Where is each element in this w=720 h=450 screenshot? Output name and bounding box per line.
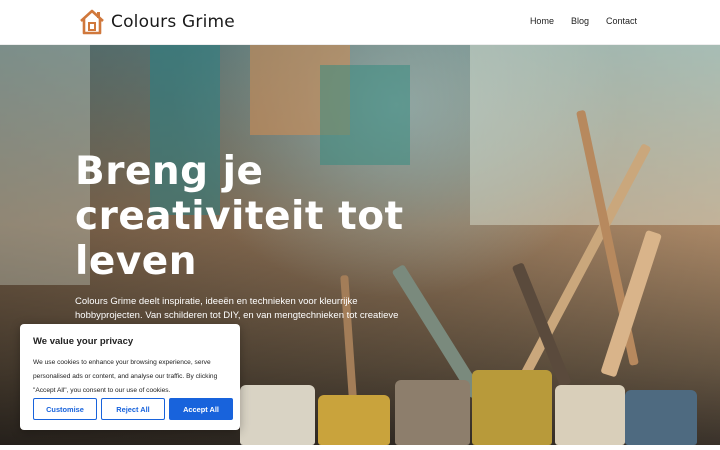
paint-jar <box>472 370 552 445</box>
customise-button[interactable]: Customise <box>33 398 97 420</box>
accept-all-button[interactable]: Accept All <box>169 398 233 420</box>
nav-home[interactable]: Home <box>530 16 554 26</box>
site-logo[interactable]: Colours Grime <box>78 8 235 36</box>
paint-jar <box>240 385 315 445</box>
paint-jar <box>625 390 697 445</box>
house-icon <box>80 9 104 35</box>
nav-blog[interactable]: Blog <box>571 16 589 26</box>
cookie-buttons: Customise Reject All Accept All <box>33 398 233 420</box>
paint-jar <box>395 380 470 445</box>
cookie-text: We use cookies to enhance your browsing … <box>33 359 218 394</box>
brush <box>511 262 572 388</box>
nav-contact[interactable]: Contact <box>606 16 637 26</box>
paint-jar <box>555 385 625 445</box>
main-nav: Home Blog Contact <box>530 16 637 26</box>
site-header: Colours Grime Home Blog Contact <box>0 0 720 45</box>
cookie-title: We value your privacy <box>33 336 134 347</box>
cookie-consent-banner: We value your privacy We use cookies to … <box>20 324 240 430</box>
paint-jar <box>318 395 390 445</box>
reject-all-button[interactable]: Reject All <box>101 398 165 420</box>
site-name: Colours Grime <box>111 12 235 32</box>
page-bottom-strip <box>0 445 720 450</box>
hero-title: Breng je creativiteit tot leven <box>75 149 404 284</box>
